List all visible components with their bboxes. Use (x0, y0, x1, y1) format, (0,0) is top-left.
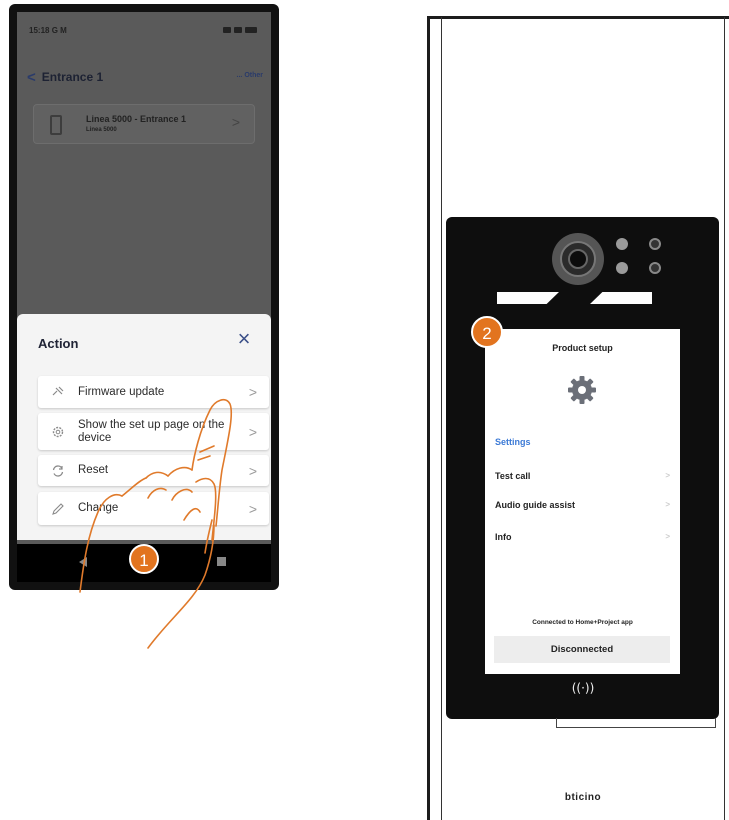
status-bar: 15:18 G M (17, 12, 271, 48)
status-left-icons: G M (51, 25, 67, 35)
chevron-right-icon: > (665, 532, 670, 541)
display-title: Product setup (552, 343, 613, 353)
smartphone: 15:18 G M < Entrance 1 ... Other Linea 5… (9, 4, 279, 590)
app-header: < Entrance 1 ... Other (17, 64, 271, 90)
action-reset[interactable]: Reset > (38, 455, 269, 486)
sheet-title: Action (38, 336, 79, 351)
action-show-setup-page[interactable]: Show the set up page on the device > (38, 413, 269, 450)
sensor-icon (649, 262, 661, 274)
action-label: Reset (78, 464, 109, 476)
panel-inner-line (441, 17, 442, 820)
battery-icon (245, 27, 257, 33)
chevron-right-icon: > (248, 500, 257, 517)
panel-display: Product setup Settings Test call > Audio… (485, 329, 680, 674)
device-card[interactable]: Linea 5000 - Entrance 1 Linea 5000 > (33, 104, 255, 144)
gear-icon (50, 424, 66, 440)
action-sheet: Action × Firmware update > Show the set … (17, 314, 271, 540)
audio-guide-row[interactable]: Audio guide assist > (495, 500, 670, 510)
settings-section-label: Settings (495, 437, 531, 447)
led-indicator (616, 238, 628, 250)
info-row[interactable]: Info > (495, 532, 670, 542)
action-label: Change (78, 502, 119, 514)
page-title: Entrance 1 (41, 70, 104, 84)
other-menu-button[interactable]: ... Other (237, 72, 263, 79)
close-button[interactable]: × (233, 328, 255, 350)
gear-icon (568, 376, 596, 404)
camera-lens (568, 249, 588, 269)
device-icon (50, 115, 62, 135)
status-time: 15:18 (29, 25, 50, 35)
step-2-badge: 2 (471, 316, 503, 348)
chevron-right-icon: > (665, 471, 670, 480)
test-call-row[interactable]: Test call > (495, 471, 670, 481)
connection-status-button[interactable]: Disconnected (494, 636, 670, 663)
chevron-right-icon: > (665, 500, 670, 509)
firmware-icon (50, 384, 66, 400)
connection-info: Connected to Home+Project app (532, 619, 633, 626)
row-label: Info (495, 532, 512, 542)
step-1-badge: 1 (129, 544, 159, 574)
device-name: Linea 5000 - Entrance 1 (86, 114, 187, 124)
panel-lower-frame (556, 718, 716, 728)
reset-icon (50, 463, 66, 479)
phone-screen: 15:18 G M < Entrance 1 ... Other Linea 5… (17, 12, 271, 582)
back-button[interactable]: < (27, 69, 36, 86)
panel-inner-line (724, 17, 725, 820)
led-indicator (616, 262, 628, 274)
panel-left-edge (427, 17, 430, 820)
chevron-right-icon: > (248, 384, 257, 400)
brand-logo: bticino (564, 792, 602, 803)
nfc-status-icon (223, 27, 231, 33)
action-change[interactable]: Change > (38, 492, 269, 525)
wifi-icon (234, 27, 242, 33)
row-label: Test call (495, 471, 531, 481)
panel-top-edge (427, 16, 729, 19)
chevron-right-icon: > (231, 114, 240, 130)
pencil-icon (50, 501, 66, 517)
device-model: Linea 5000 (86, 127, 117, 133)
chevron-right-icon: > (248, 423, 257, 440)
nfc-icon: ((·)) (571, 681, 595, 695)
action-firmware-update[interactable]: Firmware update > (38, 376, 269, 408)
action-label: Firmware update (78, 385, 165, 398)
nav-recents-icon[interactable] (217, 557, 226, 566)
status-icons (223, 27, 257, 33)
row-label: Audio guide assist (495, 500, 576, 510)
chevron-right-icon: > (248, 462, 257, 479)
action-label: Show the set up page on the device (78, 418, 225, 444)
sensor-icon (649, 238, 661, 250)
nav-back-icon[interactable] (79, 557, 87, 567)
